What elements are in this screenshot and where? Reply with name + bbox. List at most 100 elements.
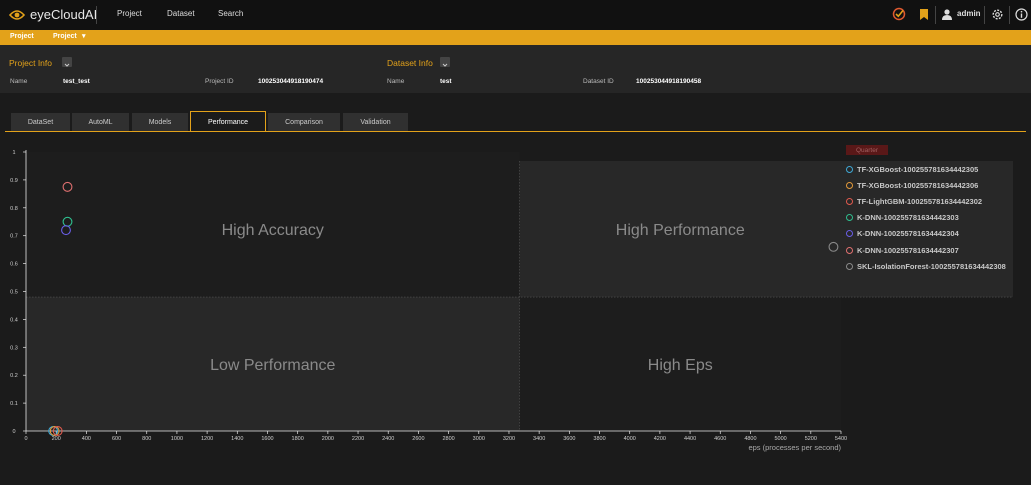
legend-marker: [846, 214, 853, 222]
x-tick-label: 800: [142, 436, 151, 442]
legend-label: TF-XGBoost-100255781634442305: [857, 164, 979, 174]
toolbar-divider-3: [1009, 6, 1010, 24]
project-id-value: 100253044918190474: [258, 78, 324, 85]
nav-dataset[interactable]: Dataset: [167, 9, 195, 18]
nav-divider: [96, 6, 97, 24]
quadrant-label-low-performance: Low Performance: [210, 357, 335, 374]
legend-label: K-DNN-100255781634442303: [857, 213, 959, 223]
x-tick-label: 1000: [171, 436, 183, 442]
breadcrumb: Project Project ▾: [0, 30, 1031, 45]
app-logo[interactable]: eyeCloudAI: [9, 7, 97, 22]
legend-label: K-DNN-100255781634442307: [857, 245, 959, 255]
chevron-down-icon: [64, 63, 70, 67]
legend-item[interactable]: K-DNN-100255781634442303: [846, 210, 1006, 226]
y-tick-label: 0: [12, 429, 15, 435]
x-tick-label: 0: [24, 436, 27, 442]
y-tick-label: 0.5: [10, 290, 18, 296]
legend-item[interactable]: TF-XGBoost-100255781634442305: [846, 161, 1006, 177]
x-tick-label: 4000: [624, 436, 636, 442]
tab-validation[interactable]: Validation: [343, 113, 408, 131]
project-id-label: Project ID: [205, 78, 234, 85]
y-tick-label: 0.9: [10, 178, 18, 184]
toolbar-divider-2: [984, 6, 985, 24]
legend-label: TF-LightGBM-100255781634442302: [857, 196, 983, 206]
x-tick-label: 2400: [382, 436, 394, 442]
chevron-down-icon[interactable]: ▾: [82, 32, 86, 40]
quarter-button[interactable]: Quarter: [846, 145, 888, 155]
x-axis-label: eps (processes per second): [748, 443, 841, 452]
nav-search[interactable]: Search: [218, 9, 243, 18]
legend-item[interactable]: SKL-IsolationForest-100255781634442308: [846, 258, 1006, 274]
project-info-title: Project Info: [9, 58, 52, 68]
gear-icon[interactable]: [991, 8, 1004, 21]
x-tick-label: 2200: [352, 436, 364, 442]
chevron-down-icon: [442, 63, 448, 67]
legend-marker: [846, 246, 853, 254]
info-icon[interactable]: [1015, 8, 1028, 21]
quadrant-label-high-eps: High Eps: [648, 357, 713, 374]
y-tick-label: 0.2: [10, 373, 18, 379]
legend-item[interactable]: TF-XGBoost-100255781634442306: [846, 177, 1006, 193]
breadcrumb-root[interactable]: Project: [10, 33, 34, 40]
y-tick-label: 0.4: [10, 317, 18, 323]
dataset-id-label: Dataset ID: [583, 78, 614, 85]
x-tick-label: 400: [82, 436, 91, 442]
x-tick-label: 4600: [714, 436, 726, 442]
dataset-info-toggle[interactable]: [440, 57, 450, 67]
y-tick-label: 0.3: [10, 345, 18, 351]
x-tick-label: 3800: [593, 436, 605, 442]
x-tick-label: 3400: [533, 436, 545, 442]
bookmark-icon[interactable]: [920, 9, 928, 20]
x-tick-label: 3000: [473, 436, 485, 442]
x-tick-label: 5400: [835, 436, 847, 442]
project-name-label: Name: [10, 78, 28, 85]
legend-label: K-DNN-100255781634442304: [857, 229, 959, 239]
legend-item[interactable]: TF-LightGBM-100255781634442302: [846, 193, 1006, 209]
user-icon: [942, 9, 952, 20]
x-tick-label: 1800: [292, 436, 304, 442]
nav-project[interactable]: Project: [117, 9, 142, 18]
x-tick-label: 4400: [684, 436, 696, 442]
x-tick-label: 4800: [744, 436, 756, 442]
top-navbar: eyeCloudAI Project Dataset Search admin: [0, 0, 1031, 30]
breadcrumb-current[interactable]: Project: [53, 33, 77, 40]
x-tick-label: 1600: [261, 436, 273, 442]
user-name[interactable]: admin: [957, 9, 981, 18]
y-tick-label: 0.6: [10, 262, 18, 268]
y-tick-label: 0.7: [10, 234, 18, 240]
tab-performance[interactable]: Performance: [190, 111, 266, 132]
project-name-value: test_test: [63, 78, 90, 85]
tab-dataset[interactable]: DataSet: [11, 113, 70, 131]
legend-marker: [846, 230, 853, 238]
x-tick-label: 5000: [775, 436, 787, 442]
tab-models[interactable]: Models: [132, 113, 188, 131]
x-tick-label: 200: [52, 436, 61, 442]
tab-automl[interactable]: AutoML: [72, 113, 129, 131]
tab-comparison[interactable]: Comparison: [268, 113, 340, 131]
x-tick-label: 600: [112, 436, 121, 442]
info-panel: Project Info Name test_test Project ID 1…: [0, 45, 1031, 93]
tabs-underline: [5, 131, 1026, 132]
project-info-toggle[interactable]: [62, 57, 72, 67]
legend-item[interactable]: K-DNN-100255781634442307: [846, 242, 1006, 258]
y-tick-label: 1: [12, 150, 15, 156]
x-tick-label: 2600: [412, 436, 424, 442]
x-tick-label: 1400: [231, 436, 243, 442]
toolbar-divider: [935, 6, 936, 24]
dataset-name-label: Name: [387, 78, 405, 85]
chart-legend: TF-XGBoost-100255781634442305 TF-XGBoost-…: [846, 161, 1006, 274]
x-tick-label: 3600: [563, 436, 575, 442]
dataset-info-title: Dataset Info: [387, 58, 433, 68]
x-tick-label: 5200: [805, 436, 817, 442]
legend-label: SKL-IsolationForest-100255781634442308: [857, 261, 1006, 271]
y-tick-label: 0.1: [10, 401, 18, 407]
quadrant-label-high-accuracy: High Accuracy: [222, 222, 324, 239]
x-tick-label: 2800: [442, 436, 454, 442]
check-circle-icon[interactable]: [892, 7, 906, 21]
x-tick-label: 3200: [503, 436, 515, 442]
legend-item[interactable]: K-DNN-100255781634442304: [846, 226, 1006, 242]
legend-marker: [846, 181, 853, 189]
x-tick-label: 2000: [322, 436, 334, 442]
y-tick-label: 0.8: [10, 206, 18, 212]
legend-marker: [846, 197, 853, 205]
